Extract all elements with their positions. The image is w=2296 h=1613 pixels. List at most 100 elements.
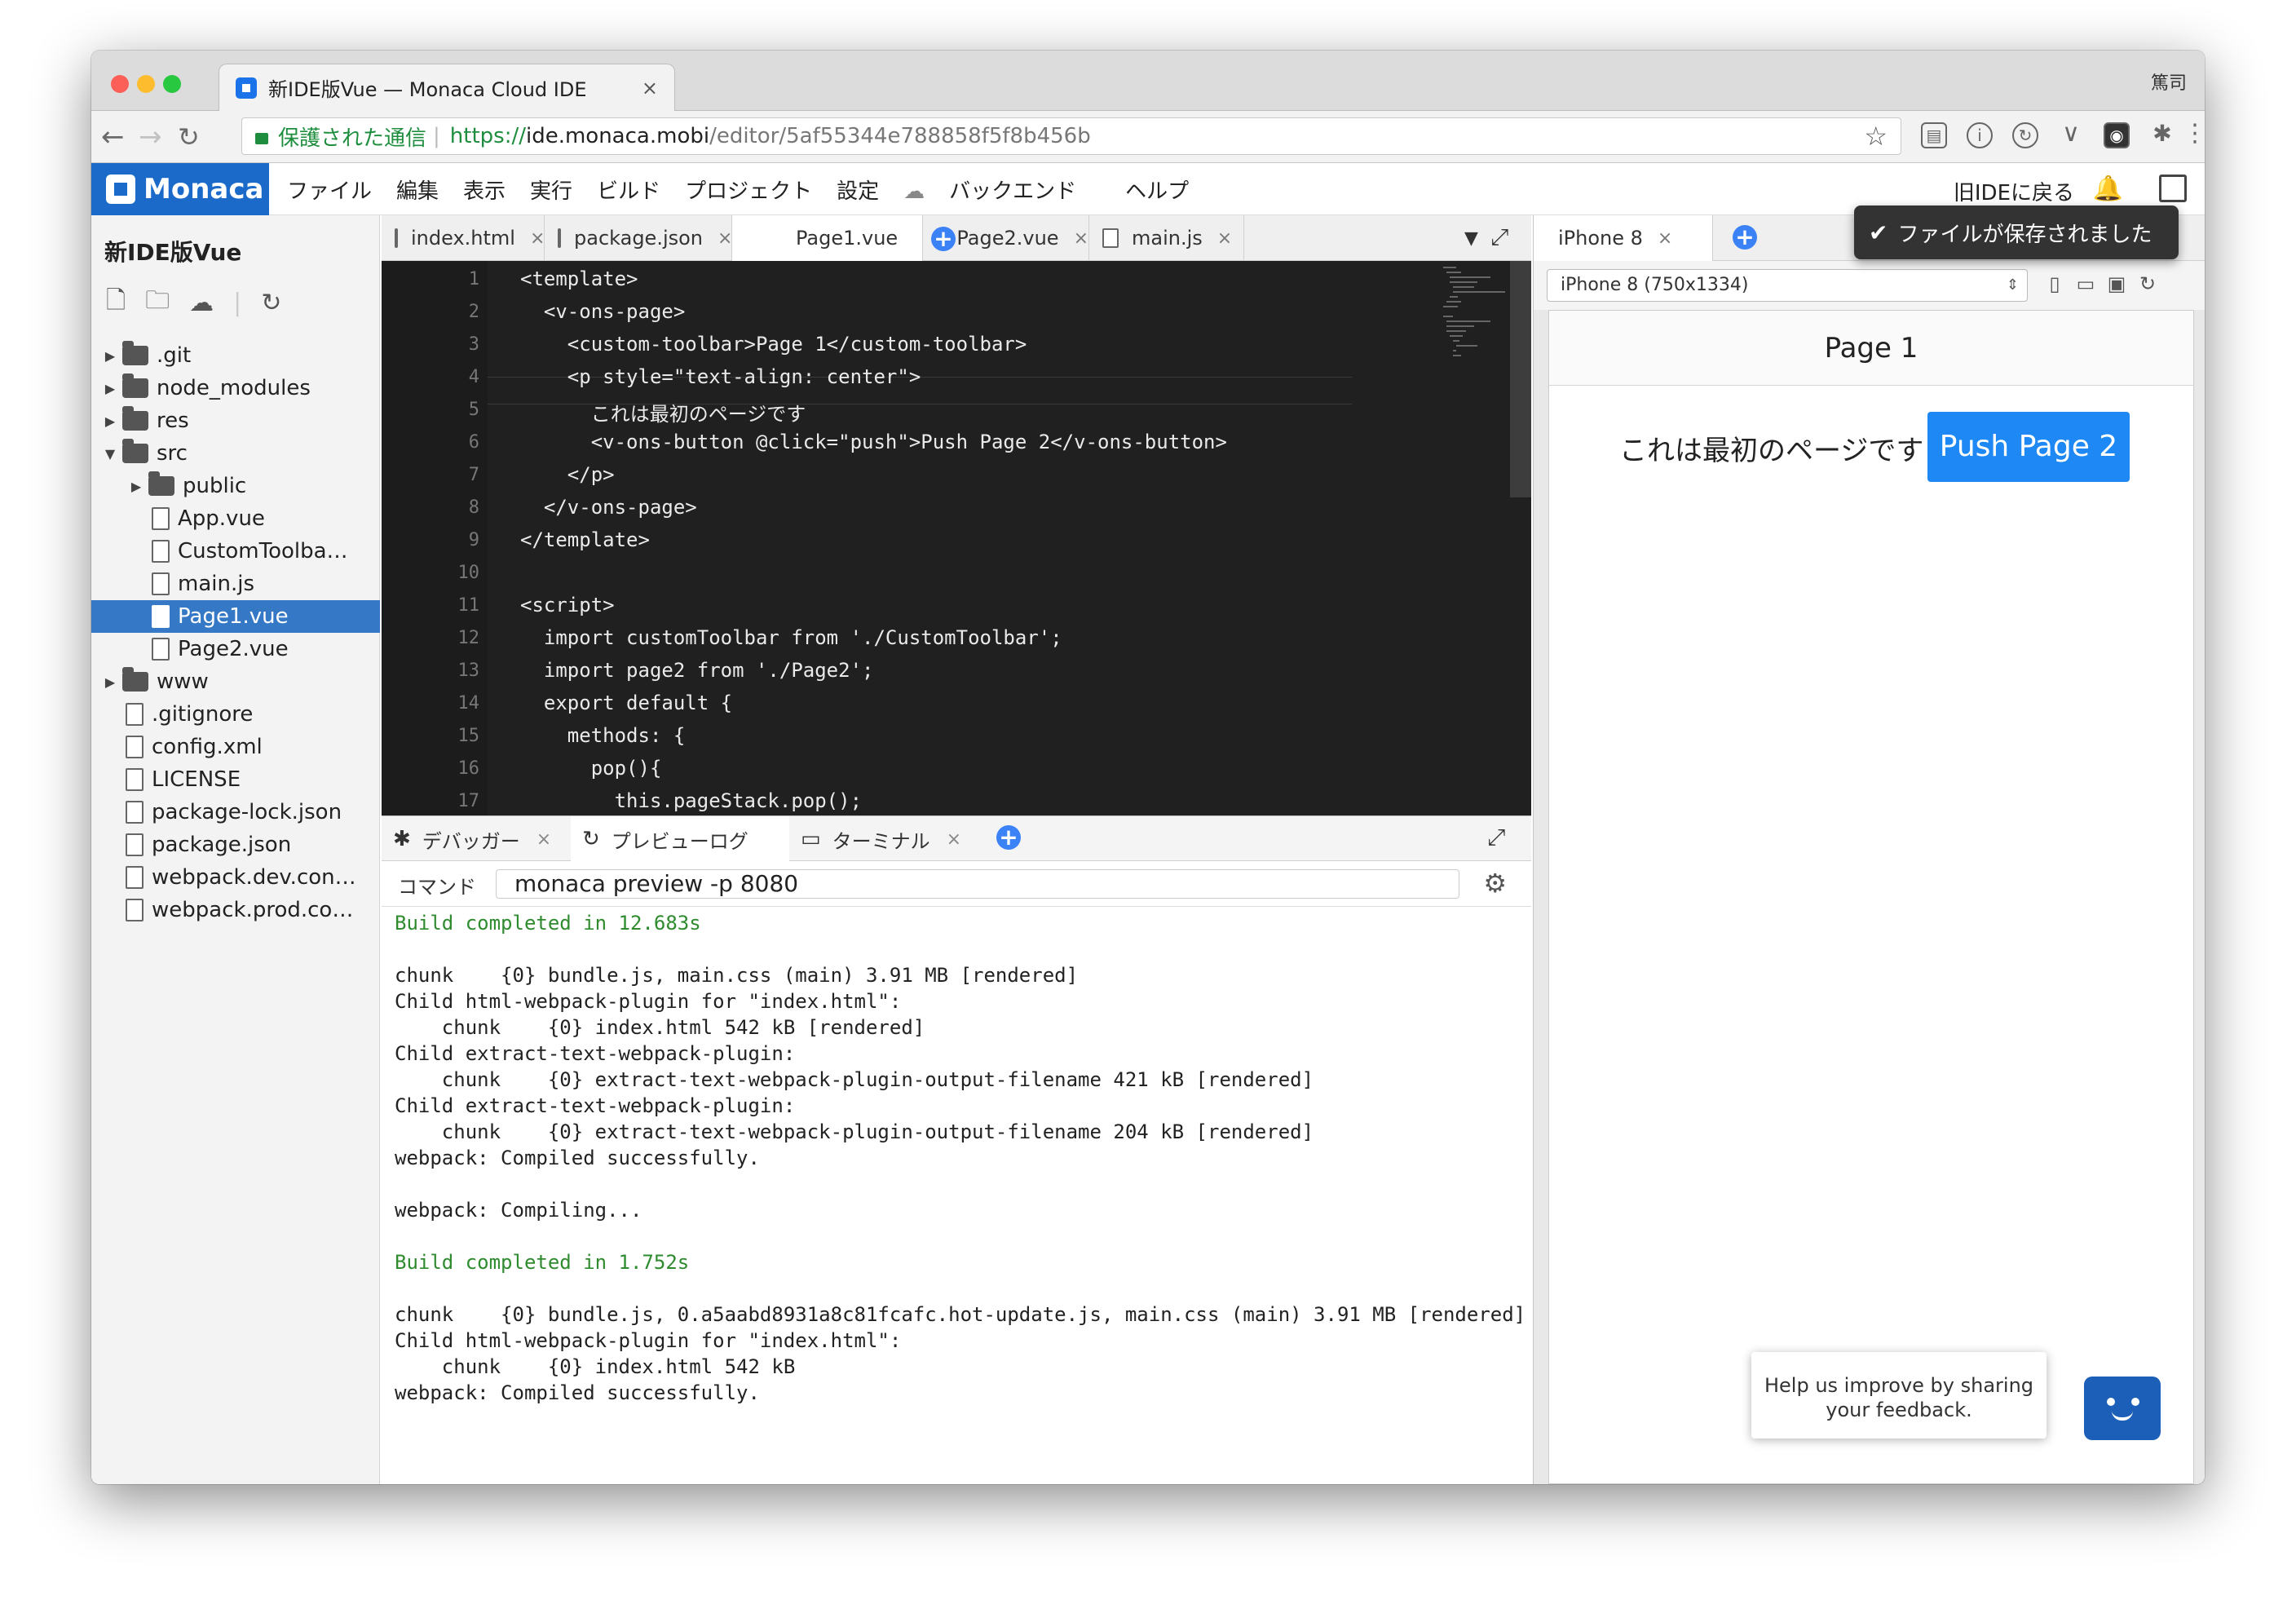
extension-info-icon[interactable]: i xyxy=(1967,122,1993,148)
bot-icon[interactable] xyxy=(2084,1377,2161,1440)
menu-settings[interactable]: 設定 xyxy=(837,175,879,205)
tree-item[interactable]: CustomToolba… xyxy=(91,535,380,568)
preview-log-console[interactable]: Build completed in 12.683s chunk {0} bund… xyxy=(382,907,1531,1484)
push-page-button[interactable]: Push Page 2 xyxy=(1927,412,2130,482)
editor-scrollbar[interactable] xyxy=(1510,261,1531,497)
menu-file[interactable]: ファイル xyxy=(287,175,372,205)
back-icon[interactable]: ← xyxy=(101,121,125,153)
close-icon[interactable]: × xyxy=(718,228,732,249)
tree-item[interactable]: Page1.vue xyxy=(91,600,380,633)
chevron-right-icon[interactable]: ▶ xyxy=(129,479,144,494)
upload-icon[interactable]: ☁ xyxy=(189,289,214,317)
reload-icon[interactable]: ↻ xyxy=(178,121,200,153)
close-icon[interactable]: × xyxy=(642,77,658,99)
chevron-right-icon[interactable]: ▶ xyxy=(103,413,117,429)
maximize-window-button[interactable] xyxy=(163,75,181,93)
address-bar[interactable]: 保護された通信 | https:// ide.monaca.mobi /edit… xyxy=(241,117,1901,155)
close-icon[interactable]: × xyxy=(1217,228,1232,249)
tree-item[interactable]: ▼ src xyxy=(91,437,380,470)
extension-vue-icon[interactable]: ∨ xyxy=(2058,122,2084,148)
panel-tab[interactable]: ✱ デバッガー × xyxy=(382,816,571,862)
editor-tab[interactable]: package.json × xyxy=(545,215,732,261)
tree-item[interactable]: main.js xyxy=(91,568,380,600)
bell-icon[interactable]: 🔔 xyxy=(2093,175,2123,203)
reload-preview-icon[interactable]: ↻ xyxy=(2137,272,2158,297)
tree-item[interactable]: ▶ public xyxy=(91,470,380,502)
preview-tab[interactable]: iPhone 8 × xyxy=(1534,215,1713,261)
chevron-down-icon[interactable]: ▼ xyxy=(103,446,117,462)
gear-icon[interactable]: ⚙ xyxy=(1483,868,1507,899)
device-select[interactable]: iPhone 8 (750x1334) ⇕ xyxy=(1547,269,2028,302)
monaca-logo[interactable]: Monaca xyxy=(91,163,269,215)
new-folder-icon[interactable]: 🗀 xyxy=(145,282,170,324)
tree-item[interactable]: ▶ www xyxy=(91,665,380,698)
tree-item-label: .git xyxy=(157,343,192,368)
code-editor[interactable]: 1 <template> 2 <v-ons-page> 3 <custom-toolb… xyxy=(382,261,1531,815)
feedback-bubble[interactable]: Help us improve by sharing your feedback… xyxy=(1751,1352,2047,1438)
menu-edit[interactable]: 編集 xyxy=(396,175,439,205)
close-icon[interactable]: × xyxy=(530,228,545,249)
tree-item[interactable]: webpack.dev.con… xyxy=(91,861,380,894)
menu-project[interactable]: プロジェクト xyxy=(685,175,812,205)
saved-toast: ✔ ファイルが保存されました xyxy=(1854,205,2179,259)
forward-icon[interactable]: → xyxy=(139,121,162,153)
tree-item[interactable]: Page2.vue xyxy=(91,633,380,665)
extension-glasses-icon[interactable]: ◉ xyxy=(2104,122,2130,148)
add-tab-plus-icon[interactable]: + xyxy=(931,227,956,251)
tree-item[interactable]: ▶ .git xyxy=(91,339,380,372)
tree-item[interactable]: ▶ node_modules xyxy=(91,372,380,404)
old-ide-link[interactable]: 旧IDEに戻る xyxy=(1954,176,2074,206)
editor-tab[interactable]: main.js × xyxy=(1089,215,1244,261)
menu-build[interactable]: ビルド xyxy=(597,175,660,205)
minimap[interactable] xyxy=(1442,264,1507,362)
chevron-right-icon[interactable]: ▶ xyxy=(103,348,117,364)
tree-item[interactable]: .gitignore xyxy=(91,698,380,731)
profile-name[interactable]: 篤司 xyxy=(2151,68,2187,95)
tree-item[interactable]: config.xml xyxy=(91,731,380,763)
menu-view[interactable]: 表示 xyxy=(463,175,506,205)
file-icon xyxy=(152,638,170,661)
extension-puzzle-icon[interactable]: ✱ xyxy=(2149,122,2175,148)
chevron-right-icon[interactable]: ▶ xyxy=(103,381,117,396)
close-icon[interactable]: × xyxy=(947,829,961,850)
close-icon[interactable]: × xyxy=(1074,228,1088,249)
close-icon[interactable]: × xyxy=(1658,228,1672,249)
tree-item[interactable]: App.vue xyxy=(91,502,380,535)
editor-tab[interactable]: Page1.vue xyxy=(732,215,923,261)
tree-item[interactable]: package.json xyxy=(91,829,380,861)
tree-item[interactable]: package-lock.json xyxy=(91,796,380,829)
maximize-panel-expand-icon[interactable]: ⤢ xyxy=(1487,824,1505,851)
minimize-window-button[interactable] xyxy=(137,75,155,93)
panel-tab[interactable]: ▭ ターミナル × xyxy=(789,816,996,862)
menu-help[interactable]: ヘルプ xyxy=(1125,175,1189,205)
preview-page-title: Page 1 xyxy=(1549,311,2193,386)
add-panel-plus-icon[interactable]: + xyxy=(996,825,1021,850)
menu-run[interactable]: 実行 xyxy=(530,175,572,205)
tab-list-chevron-down-icon[interactable]: ▼ xyxy=(1464,228,1478,249)
browser-tab[interactable]: 新IDE版Vue — Monaca Cloud IDE × xyxy=(219,64,675,111)
extension-sync-icon[interactable]: ↻ xyxy=(2012,122,2038,148)
maximize-editor-expand-icon[interactable]: ⤢ xyxy=(1490,223,1508,251)
new-file-icon[interactable]: 🗋 xyxy=(106,282,126,324)
landscape-icon[interactable]: ▭ xyxy=(2075,272,2096,297)
panel-tab[interactable]: ↻ プレビューログ xyxy=(571,816,789,862)
fullscreen-icon[interactable]: ▣ xyxy=(2106,272,2127,297)
tree-item[interactable]: LICENSE xyxy=(91,763,380,796)
close-icon[interactable]: × xyxy=(536,829,551,850)
extension-tabs-icon[interactable]: ▤ xyxy=(1921,122,1947,148)
chevron-right-icon[interactable]: ▶ xyxy=(103,674,117,690)
command-input[interactable]: monaca preview -p 8080 xyxy=(496,869,1459,899)
close-window-button[interactable] xyxy=(111,75,129,93)
portrait-icon[interactable]: ▯ xyxy=(2044,272,2065,297)
add-preview-plus-icon[interactable]: + xyxy=(1733,225,1757,250)
editor-tab[interactable]: index.html × xyxy=(382,215,545,261)
refresh-icon[interactable]: ↻ xyxy=(261,289,281,317)
folder-icon xyxy=(122,439,148,463)
menu-backend[interactable]: ☁ バックエンド xyxy=(903,175,1101,205)
star-icon[interactable]: ☆ xyxy=(1864,121,1888,152)
account-icon[interactable] xyxy=(2159,175,2187,202)
line-number: 12 xyxy=(457,628,480,648)
browser-menu-icon[interactable]: ⋮ xyxy=(2182,122,2205,148)
tree-item[interactable]: ▶ res xyxy=(91,404,380,437)
tree-item[interactable]: webpack.prod.co… xyxy=(91,894,380,926)
